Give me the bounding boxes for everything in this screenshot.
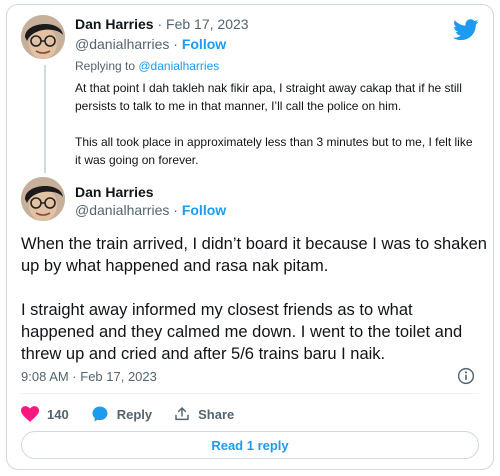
tweet-paragraph: This all took place in approximately les… — [75, 135, 473, 167]
thread-connector-line — [44, 65, 46, 173]
tweet-actions: 140 Reply Share — [21, 405, 256, 423]
tweet-paragraph: I straight away informed my closest frie… — [21, 301, 463, 363]
avatar[interactable] — [21, 15, 65, 59]
separator: · — [153, 16, 167, 32]
like-count: 140 — [47, 406, 69, 422]
tweet-date[interactable]: Feb 17, 2023 — [166, 16, 249, 32]
replying-prefix: Replying to — [75, 59, 139, 73]
speech-bubble-icon — [92, 406, 108, 422]
info-icon[interactable] — [457, 367, 475, 385]
follow-button[interactable]: Follow — [182, 36, 226, 52]
replying-to: Replying to @danialharries — [75, 59, 219, 73]
read-replies-button[interactable]: Read 1 reply — [21, 431, 479, 459]
tweet-paragraph: When the train arrived, I didn’t board i… — [21, 235, 487, 275]
twitter-bird-icon[interactable] — [453, 19, 479, 41]
tweet-embed-card: Dan Harries · Feb 17, 2023 @danialharrie… — [6, 4, 494, 470]
reply-tweet-text: At that point I dah takleh nak fikir apa… — [75, 79, 479, 169]
share-icon — [175, 407, 189, 421]
share-label: Share — [198, 406, 235, 422]
share-button[interactable]: Share — [174, 406, 234, 422]
author-handle[interactable]: @danialharries — [75, 36, 169, 52]
separator: · — [169, 36, 182, 52]
author-name[interactable]: Dan Harries — [75, 16, 154, 32]
divider — [21, 393, 479, 394]
author-name[interactable]: Dan Harries — [75, 184, 154, 200]
tweet-paragraph: At that point I dah takleh nak fikir apa… — [75, 81, 462, 113]
reply-button[interactable]: Reply — [91, 405, 152, 423]
follow-button[interactable]: Follow — [182, 202, 226, 218]
separator: · — [169, 202, 182, 218]
like-button[interactable]: 140 — [21, 406, 69, 422]
tweet-timestamp[interactable]: 9:08 AM · Feb 17, 2023 — [21, 369, 157, 384]
reply-label: Reply — [116, 406, 153, 422]
read-replies-label: Read 1 reply — [211, 437, 289, 453]
author-handle[interactable]: @danialharries — [75, 202, 169, 218]
replying-to-handle-link[interactable]: @danialharries — [138, 59, 219, 73]
heart-icon — [21, 406, 39, 422]
main-tweet-text: When the train arrived, I didn’t board i… — [21, 233, 487, 365]
avatar[interactable] — [21, 177, 65, 221]
